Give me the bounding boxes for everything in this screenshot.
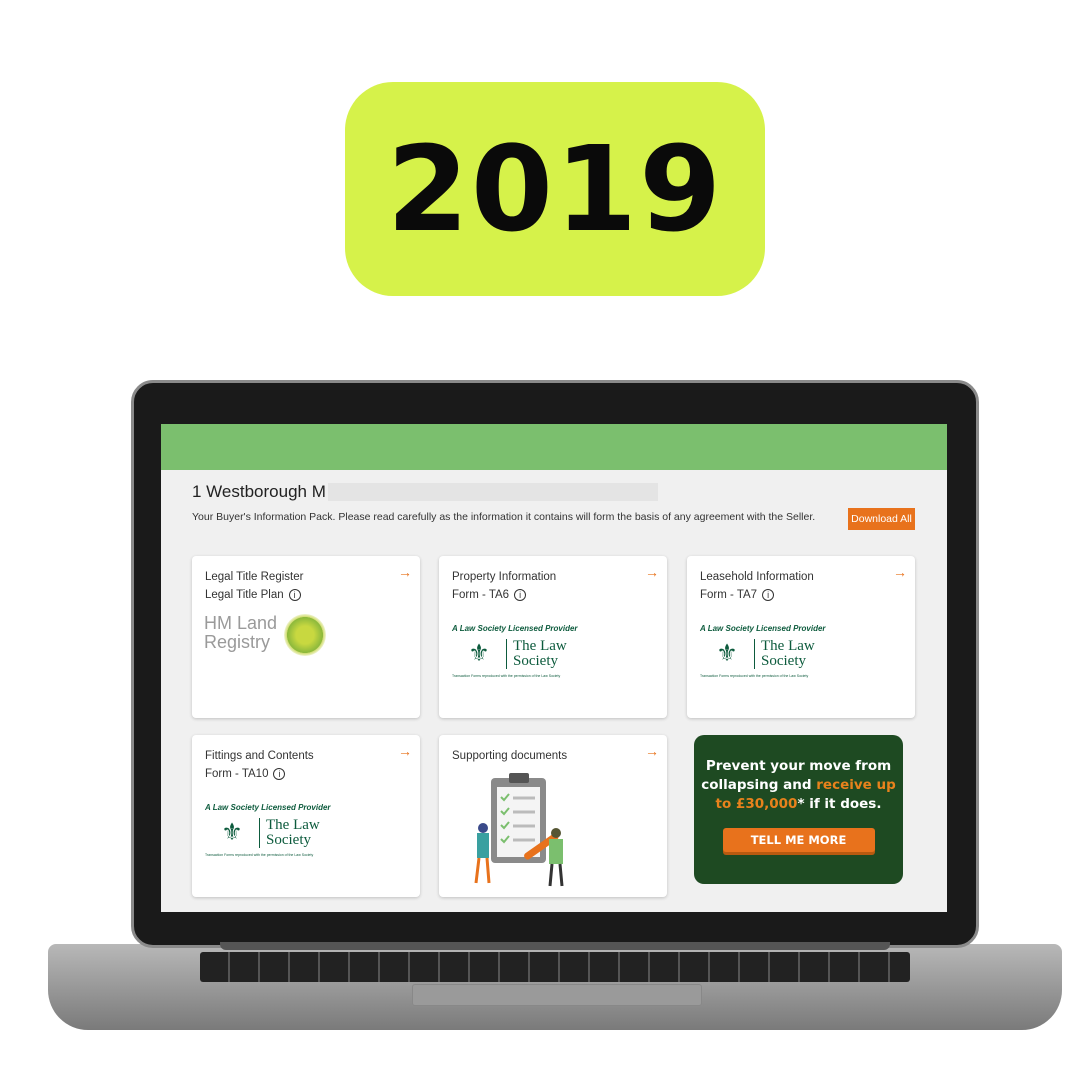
laptop-screen: 1 Westborough M Your Buyer's Information… bbox=[161, 424, 947, 912]
card-title: Property Information bbox=[452, 571, 557, 583]
year-text: 2019 bbox=[386, 120, 724, 258]
ad-headline: Prevent your move from collapsing and re… bbox=[701, 758, 896, 812]
year-badge: 2019 bbox=[345, 82, 765, 296]
card-leasehold-information[interactable]: Leasehold Information Form - TA7 i → A La… bbox=[687, 556, 915, 718]
laptop-hinge bbox=[220, 942, 890, 950]
card-fittings-and-contents[interactable]: Fittings and Contents Form - TA10 i → A L… bbox=[192, 735, 420, 897]
info-icon[interactable]: i bbox=[288, 589, 301, 601]
hm-land-registry-logo: HM Land Registry bbox=[204, 613, 278, 652]
info-icon[interactable]: i bbox=[514, 589, 527, 601]
card-subtitle: Legal Title Plan i bbox=[205, 589, 301, 601]
laptop-keyboard bbox=[200, 952, 910, 982]
property-address: 1 Westborough M bbox=[192, 482, 326, 501]
protection-ad-banner[interactable]: Prevent your move from collapsing and re… bbox=[694, 735, 903, 884]
arrow-right-icon[interactable]: → bbox=[398, 743, 412, 759]
card-title: Fittings and Contents bbox=[205, 750, 314, 762]
arrow-right-icon[interactable]: → bbox=[645, 743, 659, 759]
card-legal-title[interactable]: Legal Title Register Legal Title Plan i →… bbox=[192, 556, 420, 718]
land-registry-emblem-icon bbox=[284, 614, 326, 656]
top-nav-bar bbox=[161, 424, 947, 470]
law-society-logo: A Law Society Licensed Provider ⚜ The Law S… bbox=[700, 624, 826, 678]
card-title: Supporting documents bbox=[452, 750, 568, 762]
law-society-logo: A Law Society Licensed Provider ⚜ The Law S… bbox=[452, 624, 578, 678]
card-subtitle: Form - TA7 i bbox=[700, 589, 775, 601]
arrow-right-icon[interactable]: → bbox=[398, 564, 412, 580]
arrow-right-icon[interactable]: → bbox=[893, 564, 907, 580]
laptop-trackpad bbox=[412, 984, 702, 1006]
page-subtitle: Your Buyer's Information Pack. Please re… bbox=[192, 511, 816, 523]
download-all-button[interactable]: Download All bbox=[848, 508, 915, 530]
page-title: 1 Westborough M bbox=[192, 482, 658, 502]
card-property-information[interactable]: Property Information Form - TA6 i → A Law… bbox=[439, 556, 667, 718]
info-icon[interactable]: i bbox=[273, 768, 286, 780]
card-title: Leasehold Information bbox=[700, 571, 814, 583]
card-supporting-documents[interactable]: Supporting documents → bbox=[439, 735, 667, 897]
law-society-logo: A Law Society Licensed Provider ⚜ The Law S… bbox=[205, 803, 331, 857]
clipboard-illustration-icon bbox=[474, 773, 564, 887]
arrow-right-icon[interactable]: → bbox=[645, 564, 659, 580]
tell-me-more-button[interactable]: TELL ME MORE bbox=[722, 828, 875, 852]
info-icon[interactable]: i bbox=[762, 589, 775, 601]
card-subtitle: Form - TA10 i bbox=[205, 768, 286, 780]
card-title: Legal Title Register bbox=[205, 571, 304, 583]
crest-icon: ⚜ bbox=[716, 640, 738, 667]
crest-icon: ⚜ bbox=[221, 819, 243, 846]
redacted-address bbox=[327, 483, 658, 501]
crest-icon: ⚜ bbox=[468, 640, 490, 667]
card-subtitle: Form - TA6 i bbox=[452, 589, 527, 601]
